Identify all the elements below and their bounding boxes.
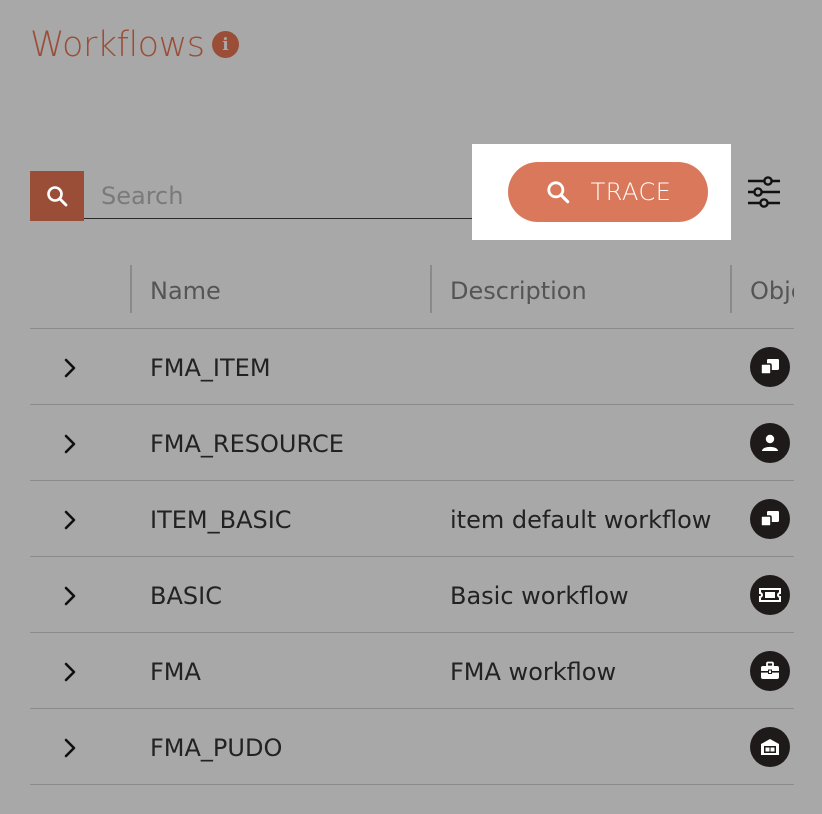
row-description: item default workflow — [450, 506, 712, 534]
search-icon — [47, 186, 68, 207]
table-row[interactable]: ITEM_BASIC item default workflow — [30, 481, 794, 557]
search-input[interactable] — [84, 173, 524, 219]
column-header-name[interactable]: Name — [150, 277, 221, 305]
workflows-table: Name Description Obje FMA_ITEM FMA_RESOU… — [30, 255, 794, 814]
chevron-right-icon[interactable] — [60, 659, 80, 685]
info-icon[interactable]: i — [212, 31, 239, 58]
search-button[interactable] — [30, 171, 84, 221]
chevron-right-icon[interactable] — [60, 507, 80, 533]
chevron-right-icon[interactable] — [60, 431, 80, 457]
column-separator[interactable] — [130, 265, 132, 313]
item-icon — [750, 347, 790, 387]
chevron-right-icon[interactable] — [60, 735, 80, 761]
column-header-object[interactable]: Obje — [750, 277, 794, 305]
chevron-right-icon[interactable] — [60, 583, 80, 609]
row-description: Basic workflow — [450, 582, 629, 610]
table-row[interactable]: FMA_PUDO — [30, 709, 794, 785]
filter-sliders-icon[interactable] — [746, 175, 782, 209]
person-icon — [750, 423, 790, 463]
item-icon — [750, 499, 790, 539]
row-name: FMA_ITEM — [150, 354, 271, 382]
row-name: FMA_PUDO — [150, 734, 283, 762]
table-header: Name Description Obje — [30, 255, 794, 329]
table-row[interactable]: FMA_RESOURCE — [30, 405, 794, 481]
table-row[interactable]: BASIC Basic workflow — [30, 557, 794, 633]
row-name: BASIC — [150, 582, 222, 610]
chevron-right-icon[interactable] — [60, 355, 80, 381]
column-header-description[interactable]: Description — [450, 277, 587, 305]
trace-button-label: TRACE — [590, 178, 672, 206]
briefcase-icon — [750, 651, 790, 691]
storefront-icon — [750, 727, 790, 767]
column-separator[interactable] — [730, 265, 732, 313]
row-name: FMA — [150, 658, 201, 686]
row-name: ITEM_BASIC — [150, 506, 292, 534]
row-description: FMA workflow — [450, 658, 617, 686]
column-separator[interactable] — [430, 265, 432, 313]
ticket-icon — [750, 575, 790, 615]
search-icon — [546, 181, 569, 204]
row-name: FMA_RESOURCE — [150, 430, 344, 458]
table-row[interactable]: FMA_ITEM — [30, 329, 794, 405]
trace-button[interactable]: TRACE — [508, 162, 708, 222]
table-row[interactable]: FMA FMA workflow — [30, 633, 794, 709]
page-title: Workflows — [30, 25, 205, 65]
